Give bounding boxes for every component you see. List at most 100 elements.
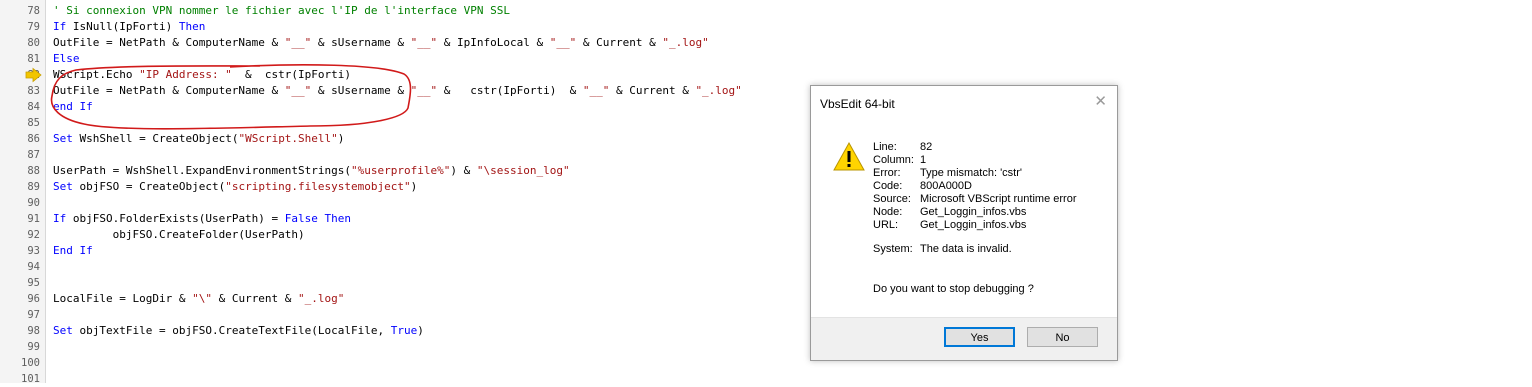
- code-line[interactable]: 80 OutFile = NetPath & ComputerName & "__…: [0, 35, 1532, 51]
- code-line[interactable]: 93 End If: [0, 243, 1532, 259]
- code-line[interactable]: 81 Else: [0, 51, 1532, 67]
- line-number: 92: [27, 229, 40, 241]
- line-number: 100: [21, 357, 40, 369]
- code-text[interactable]: Set objTextFile = objFSO.CreateTextFile(…: [53, 323, 424, 339]
- code-line[interactable]: 78 ' Si connexion VPN nommer le fichier a…: [0, 3, 1532, 19]
- error-details: Line: 82 Column: 1 Error: Type mismatch: 'c…: [873, 141, 1076, 256]
- code-token: & cstr(IpForti) &: [437, 84, 583, 97]
- line-number: 89: [27, 181, 40, 193]
- code-text[interactable]: OutFile = NetPath & ComputerName & "__" …: [53, 35, 709, 51]
- code-line[interactable]: 86 Set WshShell = CreateObject("WScript.S…: [0, 131, 1532, 147]
- node-value: Get_Loggin_infos.vbs: [920, 206, 1027, 218]
- code-line[interactable]: 89 Set objFSO = CreateObject("scripting.f…: [0, 179, 1532, 195]
- line-number: 96: [27, 293, 40, 305]
- column-row: Column: 1: [873, 154, 1076, 167]
- line-row: Line: 82: [873, 141, 1076, 154]
- code-line[interactable]: 95: [0, 275, 1532, 291]
- current-line-arrow-icon: [25, 67, 42, 83]
- line-number: 91: [27, 213, 40, 225]
- code-token: "_.log": [695, 84, 742, 97]
- code-token: objTextFile = objFSO.CreateTextFile(Loca…: [79, 324, 391, 337]
- source-value: Microsoft VBScript runtime error: [920, 193, 1077, 205]
- no-button[interactable]: No: [1027, 327, 1098, 347]
- code-token: Set: [53, 180, 80, 193]
- code-line[interactable]: 97: [0, 307, 1532, 323]
- column-value: 1: [920, 154, 927, 166]
- code-label: Code:: [873, 180, 903, 192]
- code-token: ): [417, 324, 424, 337]
- code-text[interactable]: OutFile = NetPath & ComputerName & "__" …: [53, 83, 742, 99]
- dialog-question: Do you want to stop debugging ?: [873, 283, 1034, 295]
- code-text[interactable]: end If: [53, 99, 93, 115]
- code-token: Set: [53, 324, 80, 337]
- code-text[interactable]: ' Si connexion VPN nommer le fichier ave…: [53, 3, 510, 19]
- code-line[interactable]: 85: [0, 115, 1532, 131]
- node-row: Node: Get_Loggin_infos.vbs: [873, 206, 1076, 219]
- line-number: 83: [27, 85, 40, 97]
- code-text[interactable]: Else: [53, 51, 80, 67]
- code-token: UserPath = WshShell.ExpandEnvironmentStr…: [53, 164, 352, 177]
- code-line[interactable]: 83 OutFile = NetPath & ComputerName & "__…: [0, 83, 1532, 99]
- code-token: & Current &: [576, 36, 663, 49]
- code-line[interactable]: 96 LocalFile = LogDir & "\" & Current & "…: [0, 291, 1532, 307]
- error-dialog: VbsEdit 64-bit ✕ Line: 82 Column: 1 Error:…: [810, 85, 1118, 361]
- line-number: 79: [27, 21, 40, 33]
- code-line[interactable]: 88 UserPath = WshShell.ExpandEnvironmentS…: [0, 163, 1532, 179]
- code-text[interactable]: UserPath = WshShell.ExpandEnvironmentStr…: [53, 163, 570, 179]
- code-line[interactable]: 100: [0, 355, 1532, 371]
- code-token: & Current &: [609, 84, 696, 97]
- code-token: "\session_log": [476, 164, 570, 177]
- code-token: WScript.Echo: [53, 68, 140, 81]
- code-line[interactable]: 79 If IsNull(IpForti) Then: [0, 19, 1532, 35]
- code-editor[interactable]: 78 ' Si connexion VPN nommer le fichier a…: [0, 0, 1532, 385]
- url-value: Get_Loggin_infos.vbs: [920, 219, 1027, 231]
- code-token: ) &: [450, 164, 477, 177]
- code-token: False Then: [284, 212, 352, 225]
- code-line[interactable]: 92 objFSO.CreateFolder(UserPath): [0, 227, 1532, 243]
- source-row: Source: Microsoft VBScript runtime error: [873, 193, 1076, 206]
- code-token: "WScript.Shell": [238, 132, 338, 145]
- code-token: & IpInfoLocal &: [437, 36, 550, 49]
- code-token: ' Si connexion VPN nommer le fichier ave…: [53, 4, 510, 17]
- code-token: "_.log": [662, 36, 709, 49]
- system-label: System:: [873, 243, 913, 255]
- code-text[interactable]: objFSO.CreateFolder(UserPath): [53, 227, 305, 243]
- close-icon[interactable]: ✕: [1094, 92, 1107, 110]
- code-token: & sUsername &: [311, 36, 411, 49]
- code-line[interactable]: 82WScript.Echo "IP Address: " & cstr(IpF…: [0, 67, 1532, 83]
- line-number: 95: [27, 277, 40, 289]
- code-text[interactable]: If IsNull(IpForti) Then: [53, 19, 205, 35]
- code-token: "scripting.filesystemobject": [225, 180, 411, 193]
- line-label: Line:: [873, 141, 897, 153]
- code-token: objFSO = CreateObject(: [79, 180, 226, 193]
- code-text[interactable]: End If: [53, 243, 93, 259]
- code-text[interactable]: If objFSO.FolderExists(UserPath) = False…: [53, 211, 351, 227]
- url-label: URL:: [873, 219, 899, 231]
- line-number: 80: [27, 37, 40, 49]
- code-token: "%userprofile%": [351, 164, 451, 177]
- code-line[interactable]: 90: [0, 195, 1532, 211]
- code-token: "IP Address: ": [139, 68, 232, 81]
- code-text[interactable]: WScript.Echo "IP Address: " & cstr(IpFor…: [53, 67, 351, 83]
- code-text[interactable]: Set WshShell = CreateObject("WScript.She…: [53, 131, 344, 147]
- node-label: Node:: [873, 206, 903, 218]
- error-label: Error:: [873, 167, 901, 179]
- code-line[interactable]: 98 Set objTextFile = objFSO.CreateTextFil…: [0, 323, 1532, 339]
- line-number: 78: [27, 5, 40, 17]
- code-token: "__": [284, 36, 312, 49]
- code-token: True: [390, 324, 418, 337]
- line-number: 99: [27, 341, 40, 353]
- code-text[interactable]: Set objFSO = CreateObject("scripting.fil…: [53, 179, 417, 195]
- code-line[interactable]: 99: [0, 339, 1532, 355]
- code-token: Then: [178, 20, 206, 33]
- code-line[interactable]: 87: [0, 147, 1532, 163]
- code-text[interactable]: LocalFile = LogDir & "\" & Current & "_.…: [53, 291, 344, 307]
- yes-button[interactable]: Yes: [944, 327, 1015, 347]
- code-token: OutFile = NetPath & ComputerName &: [53, 36, 285, 49]
- code-line[interactable]: 101: [0, 371, 1532, 387]
- code-token: End If: [53, 244, 93, 257]
- code-line[interactable]: 94: [0, 259, 1532, 275]
- code-line[interactable]: 91 If objFSO.FolderExists(UserPath) = Fal…: [0, 211, 1532, 227]
- code-line[interactable]: 84 end If: [0, 99, 1532, 115]
- dialog-footer: Yes No: [811, 317, 1117, 360]
